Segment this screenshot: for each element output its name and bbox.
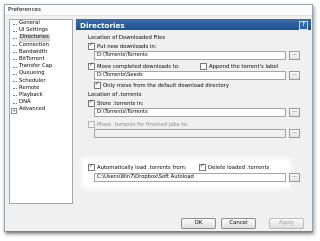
browse-auto-load-button[interactable]: ... — [289, 173, 300, 182]
browse-move-completed-button[interactable]: ... — [289, 71, 300, 80]
tree-connector — [13, 102, 17, 104]
auto-load-checkbox[interactable] — [88, 163, 95, 171]
store-torrents-row[interactable]: Store .torrents in: — [88, 99, 144, 107]
tree-connector — [13, 37, 17, 39]
append-label-checkbox[interactable] — [200, 63, 207, 70]
tree-connector — [13, 88, 17, 90]
tree-item-connection[interactable]: Connection — [10, 42, 72, 49]
move-finished-field[interactable] — [94, 129, 286, 138]
browse-store-torrents-button[interactable]: ... — [289, 108, 300, 117]
tree-connector — [13, 52, 17, 54]
tree-connector — [13, 23, 17, 25]
section-torrents-location: Location of .torrents — [88, 92, 142, 98]
tree-item-playback[interactable]: Playback — [10, 92, 72, 99]
help-icon[interactable]: ? — [299, 21, 308, 30]
move-completed-label: Move completed downloads to: — [97, 63, 180, 70]
tree-item-general[interactable]: General — [10, 20, 72, 27]
tree-item-remote[interactable]: Remote — [10, 85, 72, 92]
only-move-checkbox[interactable] — [94, 81, 101, 89]
expand-plus-icon[interactable]: + — [11, 107, 17, 114]
ok-button[interactable]: OK — [181, 218, 216, 229]
tree-item-scheduler[interactable]: Scheduler — [10, 78, 72, 85]
tree-connector — [13, 66, 17, 68]
tree-connector — [13, 95, 17, 97]
only-move-row[interactable]: Only move from the default download dire… — [94, 81, 229, 89]
tree-item-queueing[interactable]: Queueing — [10, 70, 72, 77]
put-new-downloads-label: Put new downloads in: — [97, 43, 157, 50]
auto-load-label: Automatically load .torrents from: — [97, 164, 187, 171]
tree-connector — [13, 81, 17, 82]
append-label-text: Append the torrent's label — [209, 63, 279, 70]
window-shadow — [6, 231, 313, 234]
move-finished-label: Move .torrents for finished jobs to: — [97, 121, 189, 128]
tree-item-bandwidth[interactable]: Bandwidth — [10, 49, 72, 56]
move-completed-row[interactable]: Move completed downloads to: — [88, 62, 180, 70]
put-new-downloads-checkbox[interactable] — [88, 42, 95, 50]
put-new-downloads-row[interactable]: Put new downloads in: — [88, 42, 157, 50]
preferences-window: Preferences General UI Settings Director… — [4, 4, 313, 232]
auto-load-row[interactable]: Automatically load .torrents from: — [88, 163, 187, 171]
tree-connector — [13, 45, 17, 47]
section-downloaded-files: Location of Downloaded Files — [88, 35, 166, 41]
apply-button[interactable]: Apply — [269, 218, 304, 229]
tree-item-dna[interactable]: DNA — [10, 99, 72, 106]
tree-connector — [13, 73, 17, 75]
tree-item-transfer-cap[interactable]: Transfer Cap — [10, 63, 72, 70]
only-move-label: Only move from the default download dire… — [103, 82, 229, 89]
panel-header: Directories ? — [76, 19, 311, 30]
tree-connector — [13, 59, 17, 61]
move-completed-field[interactable]: D:\Torrents\Seeds — [94, 71, 286, 80]
move-finished-checkbox[interactable] — [88, 121, 95, 128]
browse-put-new-button[interactable]: ... — [289, 51, 300, 60]
delete-loaded-label: Delete loaded .torrents — [208, 164, 270, 171]
store-torrents-field[interactable]: D:\Torrents\Torrents — [94, 108, 286, 117]
store-torrents-checkbox[interactable] — [88, 99, 95, 107]
delete-loaded-checkbox[interactable] — [199, 163, 206, 171]
screenshot-frame: Preferences General UI Settings Director… — [0, 0, 320, 241]
window-title: Preferences — [8, 7, 41, 13]
append-label-row[interactable]: Append the torrent's label — [200, 63, 278, 70]
title-bar: Preferences — [5, 5, 312, 16]
auto-load-field[interactable]: C:\Users\Win7\Dropbox\Soft Autoload — [94, 173, 286, 182]
store-torrents-label: Store .torrents in: — [97, 100, 144, 107]
put-new-downloads-field[interactable]: D:\Torrents\Torrents — [94, 51, 286, 60]
panel-title: Directories — [80, 20, 125, 30]
cancel-button[interactable]: Cancel — [221, 218, 256, 229]
move-finished-row[interactable]: Move .torrents for finished jobs to: — [88, 121, 188, 128]
browse-move-finished-button[interactable]: ... — [289, 129, 300, 138]
tree-item-directories[interactable]: Directories — [10, 34, 72, 42]
tree-item-bittorrent[interactable]: BitTorrent — [10, 56, 72, 63]
tree-item-ui-settings[interactable]: UI Settings — [10, 27, 72, 34]
category-tree[interactable]: General UI Settings Directories Connecti… — [9, 19, 73, 204]
tree-item-advanced[interactable]: + Advanced — [10, 106, 72, 114]
delete-loaded-row[interactable]: Delete loaded .torrents — [199, 163, 270, 171]
move-completed-checkbox[interactable] — [88, 62, 95, 70]
tree-connector — [13, 30, 17, 32]
